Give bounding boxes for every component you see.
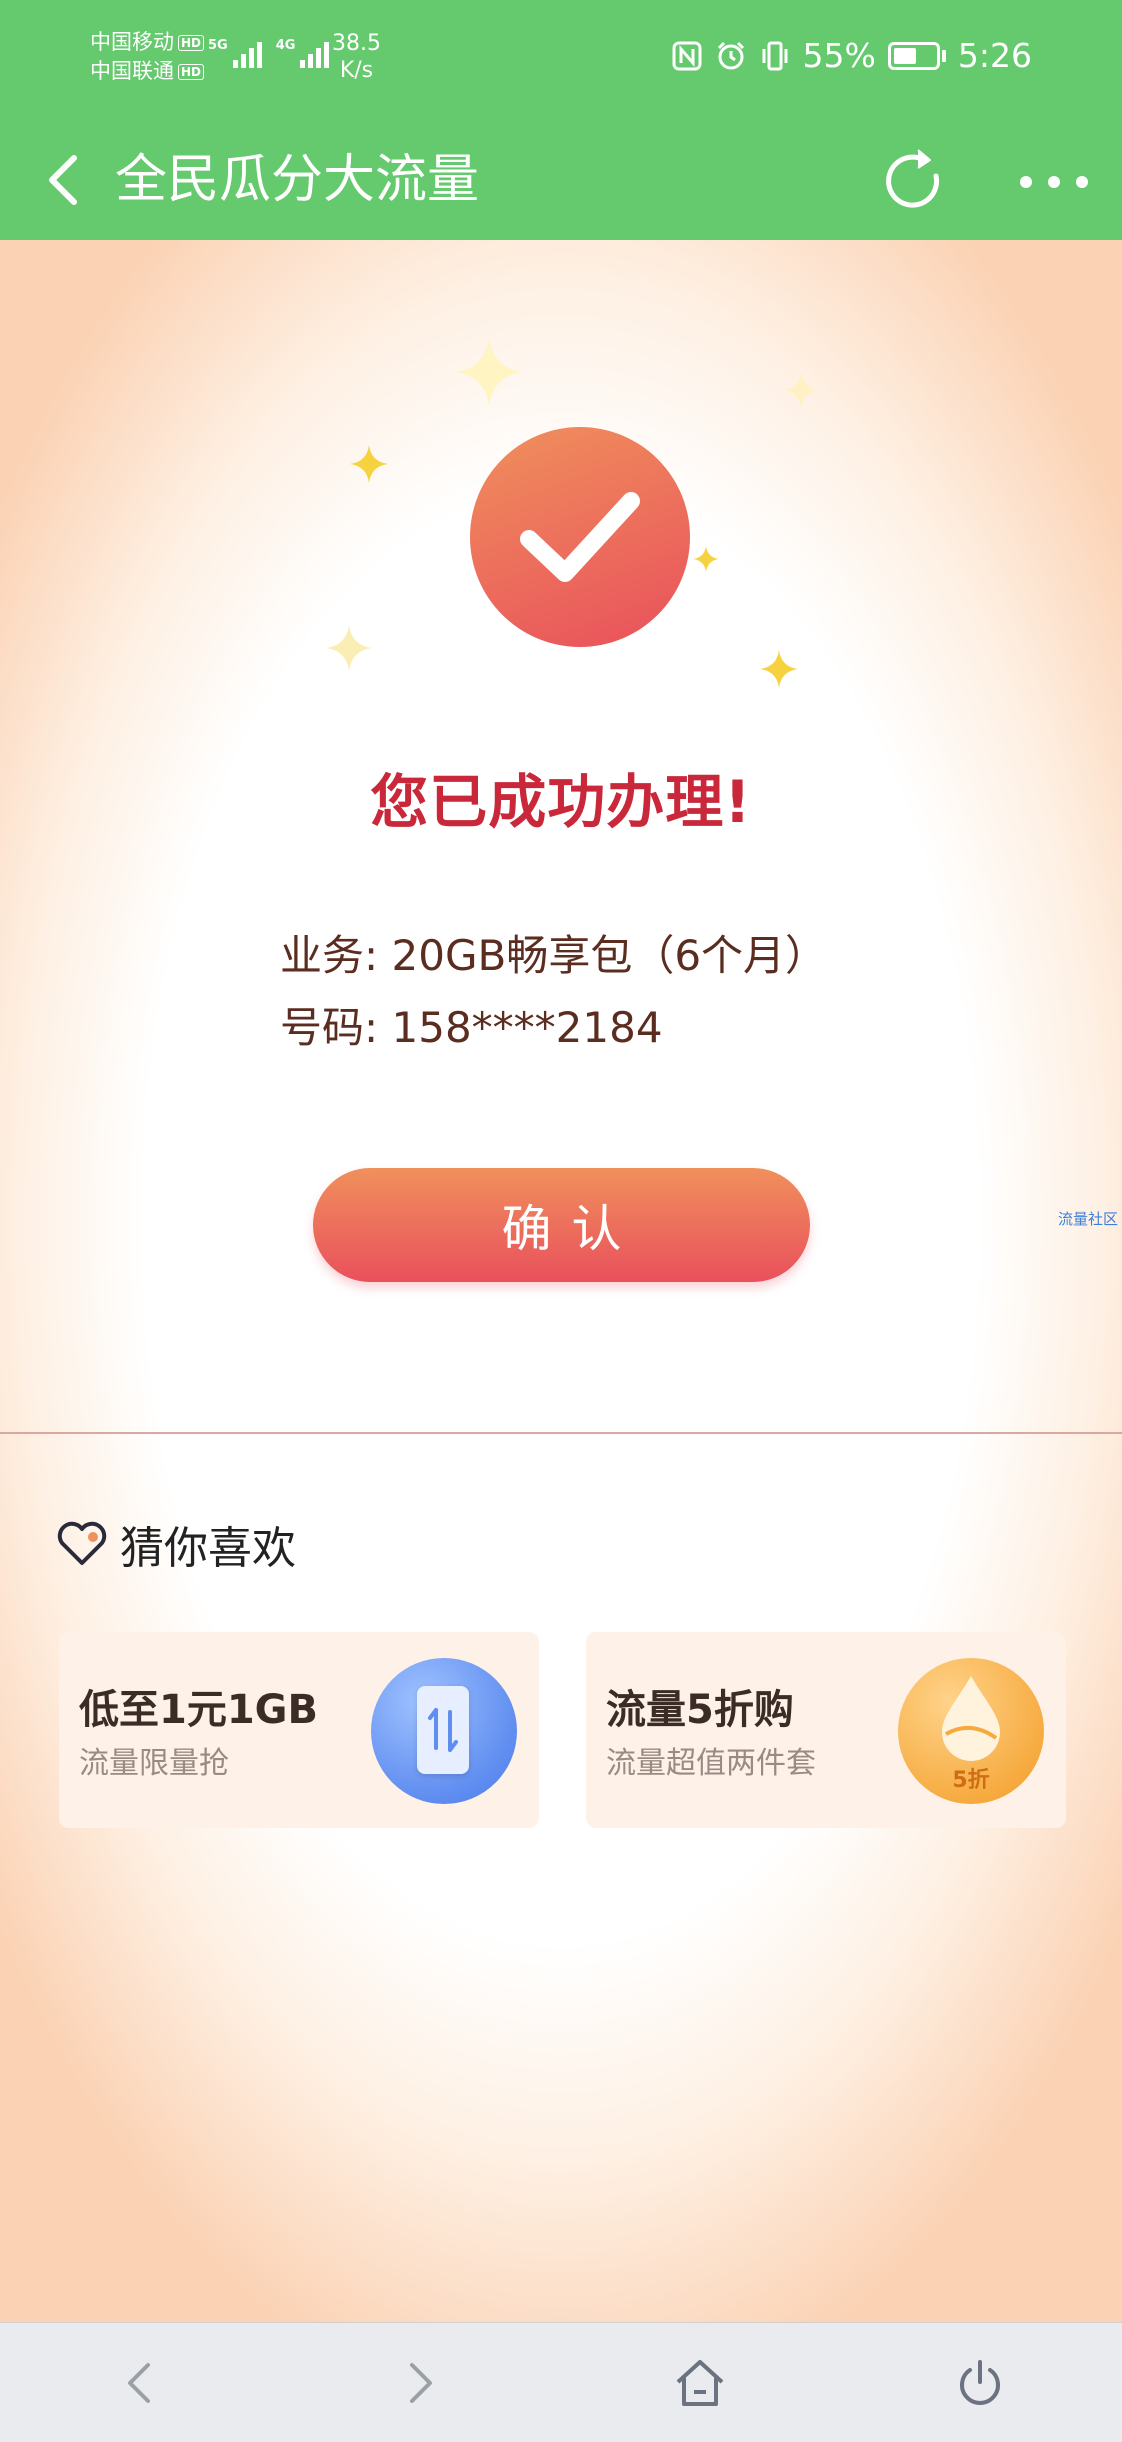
- card-subtitle: 流量超值两件套: [606, 1746, 816, 1781]
- signal-bars-icon: [300, 38, 330, 68]
- recommend-title: 猜你喜欢: [120, 1523, 296, 1574]
- number-label: 号码:: [280, 1003, 379, 1052]
- number-value: 158****2184: [391, 1003, 663, 1052]
- signal-4g: 4G: [276, 38, 330, 68]
- more-button[interactable]: [1014, 142, 1094, 222]
- droplet-icon: 5折: [898, 1658, 1044, 1804]
- vibrate-icon: [759, 40, 791, 72]
- network-type-5g: 5G: [208, 38, 228, 53]
- carrier-1: 中国移动: [90, 30, 174, 54]
- recommend-card-half-price[interactable]: 流量5折购 流量超值两件套 5折: [586, 1632, 1066, 1828]
- refresh-button[interactable]: [874, 142, 954, 222]
- data-transfer-icon: [371, 1658, 517, 1804]
- sparkle-icon: [760, 650, 798, 688]
- network-speed: 38.5 K/s: [332, 30, 381, 84]
- number-row: 号码: 158****2184: [280, 992, 827, 1064]
- status-bar: 中国移动 HD 中国联通 HD 5G 4G 38.5 K/s 55% 5:26: [0, 0, 1122, 120]
- battery-icon: [887, 41, 946, 70]
- sparkle-icon: [783, 372, 819, 408]
- back-button[interactable]: [36, 150, 96, 210]
- heart-icon: [57, 1521, 107, 1565]
- network-speed-value: 38.5: [332, 31, 381, 56]
- sparkle-icon: [693, 546, 719, 572]
- alarm-icon: [715, 40, 747, 72]
- hd-badge: HD: [178, 34, 205, 51]
- browser-bottom-bar: [0, 2322, 1122, 2442]
- status-icons: 55% 5:26: [671, 36, 1032, 75]
- network-speed-unit: K/s: [339, 58, 374, 83]
- sparkle-icon: [455, 338, 523, 406]
- side-community-link[interactable]: 流量社区: [1058, 1208, 1118, 1229]
- more-dots-icon: [1020, 176, 1088, 188]
- battery-percent: 55%: [802, 36, 876, 75]
- success-panel: 您已成功办理! 业务: 20GB畅享包（6个月） 号码: 158****2184…: [0, 240, 1122, 1433]
- recommend-card-1gb[interactable]: 低至1元1GB 流量限量抢: [59, 1632, 539, 1828]
- card-title: 低至1元1GB: [79, 1687, 318, 1733]
- clock: 5:26: [957, 36, 1032, 75]
- confirm-button[interactable]: 确认: [313, 1168, 810, 1282]
- card-subtitle: 流量限量抢: [79, 1746, 229, 1781]
- card-title: 流量5折购: [606, 1687, 794, 1733]
- signal-5g: 5G: [208, 38, 262, 68]
- signal-bars-icon: [232, 38, 262, 68]
- order-info: 业务: 20GB畅享包（6个月） 号码: 158****2184: [280, 920, 827, 1064]
- page-title: 全民瓜分大流量: [115, 150, 480, 210]
- service-value: 20GB畅享包（6个月）: [391, 931, 828, 980]
- signal-indicators: 5G 4G: [208, 38, 330, 68]
- success-title: 您已成功办理!: [370, 768, 752, 836]
- browser-forward-button[interactable]: [388, 2351, 452, 2415]
- chevron-left-icon: [128, 2363, 150, 2403]
- sparkle-icon: [326, 625, 372, 671]
- nav-bar: 全民瓜分大流量: [0, 120, 1122, 240]
- network-type-4g: 4G: [275, 38, 296, 53]
- carrier-2: 中国联通: [90, 59, 174, 83]
- divider: [0, 1432, 1122, 1434]
- browser-back-button[interactable]: [108, 2351, 172, 2415]
- sparkle-icon: [350, 445, 388, 483]
- chevron-right-icon: [410, 2363, 432, 2403]
- service-row: 业务: 20GB畅享包（6个月）: [280, 920, 827, 992]
- browser-exit-button[interactable]: [948, 2351, 1012, 2415]
- nav-actions: [874, 142, 1094, 222]
- nfc-icon: [671, 40, 703, 72]
- carrier-info: 中国移动 HD 中国联通 HD: [90, 28, 205, 86]
- service-label: 业务:: [280, 931, 379, 980]
- main-content: 您已成功办理! 业务: 20GB畅享包（6个月） 号码: 158****2184…: [0, 240, 1122, 2322]
- success-check-icon: [470, 427, 690, 647]
- home-icon: [676, 2360, 724, 2406]
- power-icon: [960, 2360, 1000, 2405]
- hd-badge: HD: [178, 63, 205, 80]
- chevron-left-icon: [49, 155, 77, 205]
- recommend-header: 猜你喜欢: [56, 1512, 296, 1576]
- browser-home-button[interactable]: [668, 2351, 732, 2415]
- refresh-icon: [886, 149, 940, 208]
- discount-badge: 5折: [952, 1768, 990, 1793]
